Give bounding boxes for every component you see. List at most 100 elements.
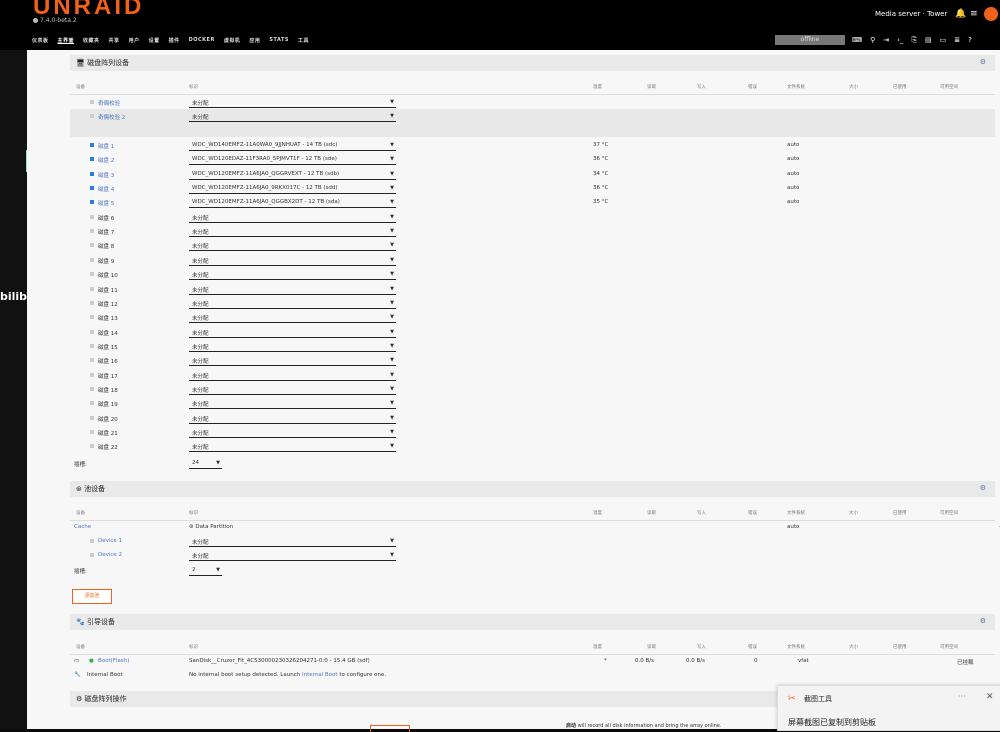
settings-icon[interactable]: ≣ — [954, 36, 960, 45]
device-select[interactable]: 未分配 ▼ — [189, 111, 396, 122]
device-name[interactable]: 奇偶校验 2 — [98, 113, 125, 121]
device-select[interactable]: 未分配 ▼ — [189, 240, 396, 252]
device-name[interactable]: 磁盘 21 — [98, 429, 118, 437]
device-select[interactable]: 未分配 ▼ — [189, 413, 396, 424]
table-row: 磁盘 21 未分配 ▼ — [70, 425, 995, 439]
device-select[interactable]: 未分配 ▼ — [189, 355, 396, 367]
device-select[interactable]: 未分配 ▼ — [189, 550, 396, 561]
status-icon — [90, 539, 94, 543]
nav-item[interactable]: 应用 — [249, 37, 260, 47]
device-select[interactable]: WDC_WD140EMFZ-11A0WA0_9JJNHUAT - 14 TB (… — [189, 140, 396, 151]
nav-item[interactable]: 设置 — [149, 37, 160, 47]
device-name[interactable]: 磁盘 16 — [98, 357, 118, 365]
device-name[interactable]: 磁盘 18 — [98, 386, 118, 394]
avatar[interactable] — [984, 7, 998, 21]
status-icon — [90, 214, 94, 219]
nav-item[interactable]: 收藏夹 — [83, 37, 100, 47]
device-select[interactable]: 未分配 ▼ — [189, 370, 396, 381]
table-row: 磁盘 10 未分配 ▼ — [70, 267, 995, 281]
settings-gear-icon[interactable]: ⚙ — [980, 484, 986, 492]
menu-icon[interactable]: ≡ — [970, 9, 978, 19]
device-select[interactable]: 未分配 ▼ — [189, 398, 396, 410]
device-name[interactable]: 磁盘 13 — [98, 314, 118, 322]
device-name[interactable]: 奇偶校验 — [98, 99, 120, 107]
filesystem: vfat — [798, 658, 809, 664]
nav-item[interactable]: 插件 — [169, 37, 180, 47]
internal-boot-link[interactable]: Internal Boot — [302, 672, 338, 678]
device-name[interactable]: 磁盘 10 — [98, 271, 118, 279]
device-select[interactable]: 未分配 ▼ — [189, 384, 396, 395]
nav-item[interactable]: 主界面 — [58, 37, 75, 47]
device-name[interactable]: 磁盘 4 — [98, 185, 114, 193]
device-name[interactable]: 磁盘 1 — [98, 142, 114, 150]
pool-name[interactable]: Cache — [74, 524, 91, 530]
close-icon[interactable]: ✕ — [986, 692, 994, 702]
logout-icon[interactable]: ⇥ — [883, 36, 889, 45]
device-name[interactable]: 磁盘 11 — [98, 286, 118, 294]
device-select[interactable]: WDC_WD120EDAZ-11F3RA0_5PJMVT1F - 12 TB (… — [189, 154, 396, 166]
search-icon[interactable]: ⚲ — [870, 36, 875, 45]
device-select[interactable]: WDC_WD120EMFZ-11A6JA0_QGGBX2DT - 12 TB (… — [189, 197, 396, 209]
device-name[interactable]: Boot(Flash) — [98, 658, 129, 664]
device-name[interactable]: 磁盘 14 — [98, 329, 118, 337]
nav-item[interactable]: 用户 — [129, 37, 140, 47]
device-select[interactable]: 未分配 ▼ — [189, 441, 396, 453]
device-name[interactable]: 磁盘 6 — [98, 214, 114, 222]
help-icon[interactable]: ? — [968, 36, 972, 45]
device-name[interactable]: 磁盘 7 — [98, 228, 114, 236]
more-icon[interactable]: ··· — [958, 692, 966, 701]
device-name[interactable]: 磁盘 12 — [98, 300, 118, 308]
device-select[interactable]: 未分配 ▼ — [189, 255, 396, 266]
folder-icon[interactable]: ▭ — [74, 658, 79, 664]
device-name[interactable]: 磁盘 8 — [98, 242, 114, 250]
device-name[interactable]: 磁盘 22 — [98, 443, 118, 451]
device-name[interactable]: 磁盘 17 — [98, 372, 118, 380]
log-icon[interactable]: ▤ — [925, 36, 932, 45]
nav-item[interactable]: STATS — [269, 37, 289, 47]
settings-gear-icon[interactable]: ⚙ — [980, 58, 986, 66]
chevron-down-icon: ▼ — [390, 271, 394, 278]
terminal-icon[interactable]: ›_ — [897, 36, 903, 45]
nav-item[interactable]: 仪表板 — [32, 37, 49, 47]
device-name[interactable]: 磁盘 2 — [98, 156, 114, 164]
device-select[interactable]: 未分配 ▼ — [189, 284, 396, 295]
device-select[interactable]: WDC_WD120EMFZ-11A6JA0_9RKX017C - 12 TB (… — [189, 183, 396, 195]
table-row: 磁盘 12 未分配 ▼ — [70, 296, 995, 310]
column-header: 温度 — [593, 85, 602, 90]
device-name[interactable]: 磁盘 3 — [98, 171, 114, 179]
device-name[interactable]: 磁盘 20 — [98, 415, 118, 423]
monitor-icon[interactable]: ▭ — [940, 36, 947, 45]
temperature: 36 °C — [593, 156, 609, 163]
device-select[interactable]: 2 ▼ — [189, 565, 222, 576]
device-select[interactable]: 未分配 ▼ — [189, 269, 396, 281]
device-name[interactable]: 磁盘 19 — [98, 400, 118, 408]
nav-item[interactable]: 共享 — [109, 37, 120, 47]
feedback-icon[interactable]: ⌨ — [852, 36, 862, 45]
settings-gear-icon[interactable]: ⚙ — [980, 617, 986, 625]
device-name[interactable]: 磁盘 15 — [98, 343, 118, 351]
device-name[interactable]: Device 2 — [98, 552, 122, 558]
device-select[interactable]: 未分配 ▼ — [189, 327, 396, 338]
copy-icon[interactable]: ⎘ — [911, 36, 917, 45]
nav-item[interactable]: 虚拟机 — [224, 37, 241, 47]
add-pool-button[interactable]: 添加池 — [72, 589, 112, 604]
device-select[interactable]: 未分配 ▼ — [189, 298, 396, 309]
device-select[interactable]: 未分配 ▼ — [189, 97, 396, 108]
device-select[interactable]: 未分配 ▼ — [189, 226, 396, 238]
device-select[interactable]: 未分配 ▼ — [189, 427, 396, 438]
bell-icon[interactable]: 🔔 — [955, 9, 966, 19]
device-select[interactable]: WDC_WD120EMFZ-11A6JA0_QGGRVEXT - 12 TB (… — [189, 169, 396, 180]
column-header: 读取 — [647, 85, 656, 90]
device-select[interactable]: 24 ▼ — [189, 458, 222, 469]
device-select[interactable]: 未分配 ▼ — [189, 312, 396, 324]
device-name[interactable]: 磁盘 9 — [98, 257, 114, 265]
device-select[interactable]: 未分配 ▼ — [189, 536, 396, 547]
select-value: 未分配 — [192, 330, 209, 337]
chevron-down-icon: ▼ — [390, 142, 394, 148]
device-select[interactable]: 未分配 ▼ — [189, 341, 396, 352]
nav-item[interactable]: DOCKER — [189, 37, 215, 47]
device-select[interactable]: 未分配 ▼ — [189, 212, 396, 223]
device-name[interactable]: 磁盘 5 — [98, 199, 114, 207]
device-name[interactable]: Device 1 — [98, 538, 122, 544]
nav-item[interactable]: 工具 — [298, 37, 309, 47]
